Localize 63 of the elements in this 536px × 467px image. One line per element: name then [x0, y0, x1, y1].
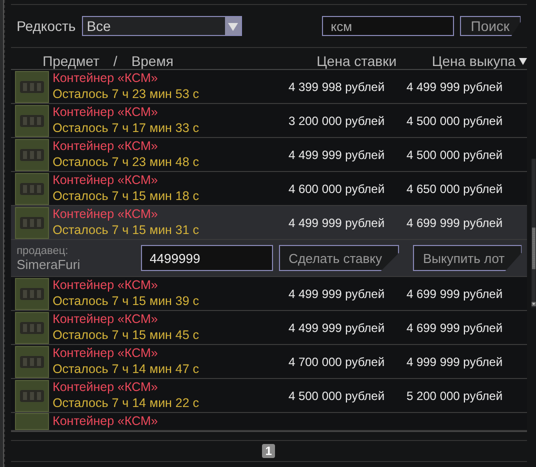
- item-name: Контейнер «КСМ»: [52, 278, 159, 293]
- column-header[interactable]: Цена выкупа: [432, 53, 516, 69]
- lot-row[interactable]: Контейнер «КСМ» Осталось 7 ч 15 мин 39 с 4 499 999 рублей 4 699 999 рублей: [10, 277, 527, 311]
- search-button[interactable]: Поиск: [460, 16, 521, 36]
- time-left: Осталось 7 ч 14 мин 22 с: [52, 395, 200, 411]
- column-header: /: [113, 53, 118, 69]
- caret-icon: [224, 17, 241, 35]
- seller-label: продавец:: [16, 244, 70, 256]
- item-name: Контейнер «КСМ»: [52, 346, 159, 361]
- bid-price: 4 600 000 рублей: [287, 182, 385, 196]
- buyout-price: 4 699 999 рублей: [405, 320, 503, 334]
- item-name: Контейнер «КСМ»: [52, 105, 159, 120]
- column-header[interactable]: Цена ставки: [316, 53, 397, 69]
- time-left: Осталось 7 ч 23 мин 53 с: [52, 86, 200, 102]
- seller-name: SimeraFuri: [16, 256, 82, 272]
- column-header: Предмет: [42, 53, 100, 69]
- item-name: Контейнер «КСМ»: [52, 139, 159, 154]
- buyout-price: 4 999 999 рублей: [405, 354, 503, 368]
- buyout-price: 4 500 000 рублей: [405, 114, 503, 128]
- buyout-price: 4 699 999 рублей: [405, 286, 503, 300]
- buyout-price: 4 650 000 рублей: [405, 182, 503, 196]
- buyout-price: 5 200 000 рублей: [405, 388, 503, 402]
- item-name: Контейнер «КСМ»: [52, 380, 159, 395]
- buyout-price: 4 500 000 рублей: [405, 148, 503, 162]
- lot-row[interactable]: Контейнер «КСМ» Осталось 7 ч 17 мин 33 с 3 200 000 рублей 4 500 000 рублей: [10, 104, 527, 138]
- item-name: Контейнер «КСМ»: [52, 173, 159, 188]
- buyout-button[interactable]: Выкупить лот: [412, 245, 522, 271]
- bid-price: 4 399 998 рублей: [287, 80, 385, 94]
- search-field[interactable]: ксм: [322, 16, 454, 36]
- time-left: Осталось 7 ч 15 мин 18 с: [52, 188, 200, 204]
- bid-input[interactable]: 4499999: [140, 245, 273, 271]
- lot-row[interactable]: Контейнер «КСМ» Осталось 7 ч 23 мин 48 с 4 499 999 рублей 4 500 000 рублей: [10, 138, 527, 172]
- item-name: Контейнер «КСМ»: [52, 312, 159, 327]
- bid-price: 4 499 999 рублей: [287, 148, 385, 162]
- item-thumbnail: [14, 413, 49, 430]
- lot-row[interactable]: Контейнер «КСМ» Осталось 7 ч 15 мин 18 с 4 600 000 рублей 4 650 000 рублей: [10, 172, 527, 206]
- time-left: Осталось 7 ч 17 мин 33 с: [52, 120, 200, 136]
- time-left: Осталось 7 ч 15 мин 45 с: [52, 327, 200, 343]
- lot-row[interactable]: Контейнер «КСМ» Осталось 7 ч 23 мин 53 с 4 399 998 рублей 4 499 999 рублей: [10, 70, 527, 104]
- rarity-label: Редкость: [16, 18, 76, 34]
- buyout-price: 4 499 999 рублей: [405, 80, 503, 94]
- item-name: Контейнер «КСМ»: [52, 414, 159, 429]
- rarity-dropdown[interactable]: Все: [82, 16, 242, 36]
- bid-price: 4 499 999 рублей: [287, 286, 385, 300]
- bid-price: 4 700 000 рублей: [287, 354, 385, 368]
- time-left: Осталось 7 ч 15 мин 31 с: [52, 222, 200, 238]
- lot-row[interactable]: Контейнер «КСМ» Осталось 7 ч 15 мин 45 с 4 499 999 рублей 4 699 999 рублей: [10, 311, 527, 345]
- item-name: Контейнер «КСМ»: [52, 71, 159, 86]
- time-left: Осталось 7 ч 14 мин 47 с: [52, 361, 200, 377]
- time-left: Осталось 7 ч 23 мин 48 с: [52, 154, 200, 170]
- time-left: Осталось 7 ч 15 мин 39 с: [52, 293, 200, 309]
- item-name: Контейнер «КСМ»: [52, 207, 159, 222]
- lot-row[interactable]: Контейнер «КСМ» Осталось 7 ч 15 мин 31 с 4 499 999 рублей 4 699 999 рублей: [10, 206, 527, 240]
- buyout-price: 4 699 999 рублей: [405, 216, 503, 230]
- bid-price: 4 499 999 рублей: [287, 320, 385, 334]
- bid-price: 4 499 999 рублей: [287, 216, 385, 230]
- bid-price: 3 200 000 рублей: [287, 114, 385, 128]
- lot-row[interactable]: Контейнер «КСМ» Осталось 7 ч 14 мин 47 с 4 700 000 рублей 4 999 999 рублей: [10, 345, 527, 379]
- column-header: Время: [131, 53, 174, 69]
- lot-row[interactable]: Контейнер «КСМ» Осталось 7 ч 14 мин 22 с 4 500 000 рублей 5 200 000 рублей: [10, 379, 527, 413]
- place-bid-button[interactable]: Сделать ставку: [278, 245, 399, 271]
- lot-row[interactable]: Контейнер «КСМ»: [10, 413, 527, 431]
- bid-price: 4 500 000 рублей: [287, 388, 385, 402]
